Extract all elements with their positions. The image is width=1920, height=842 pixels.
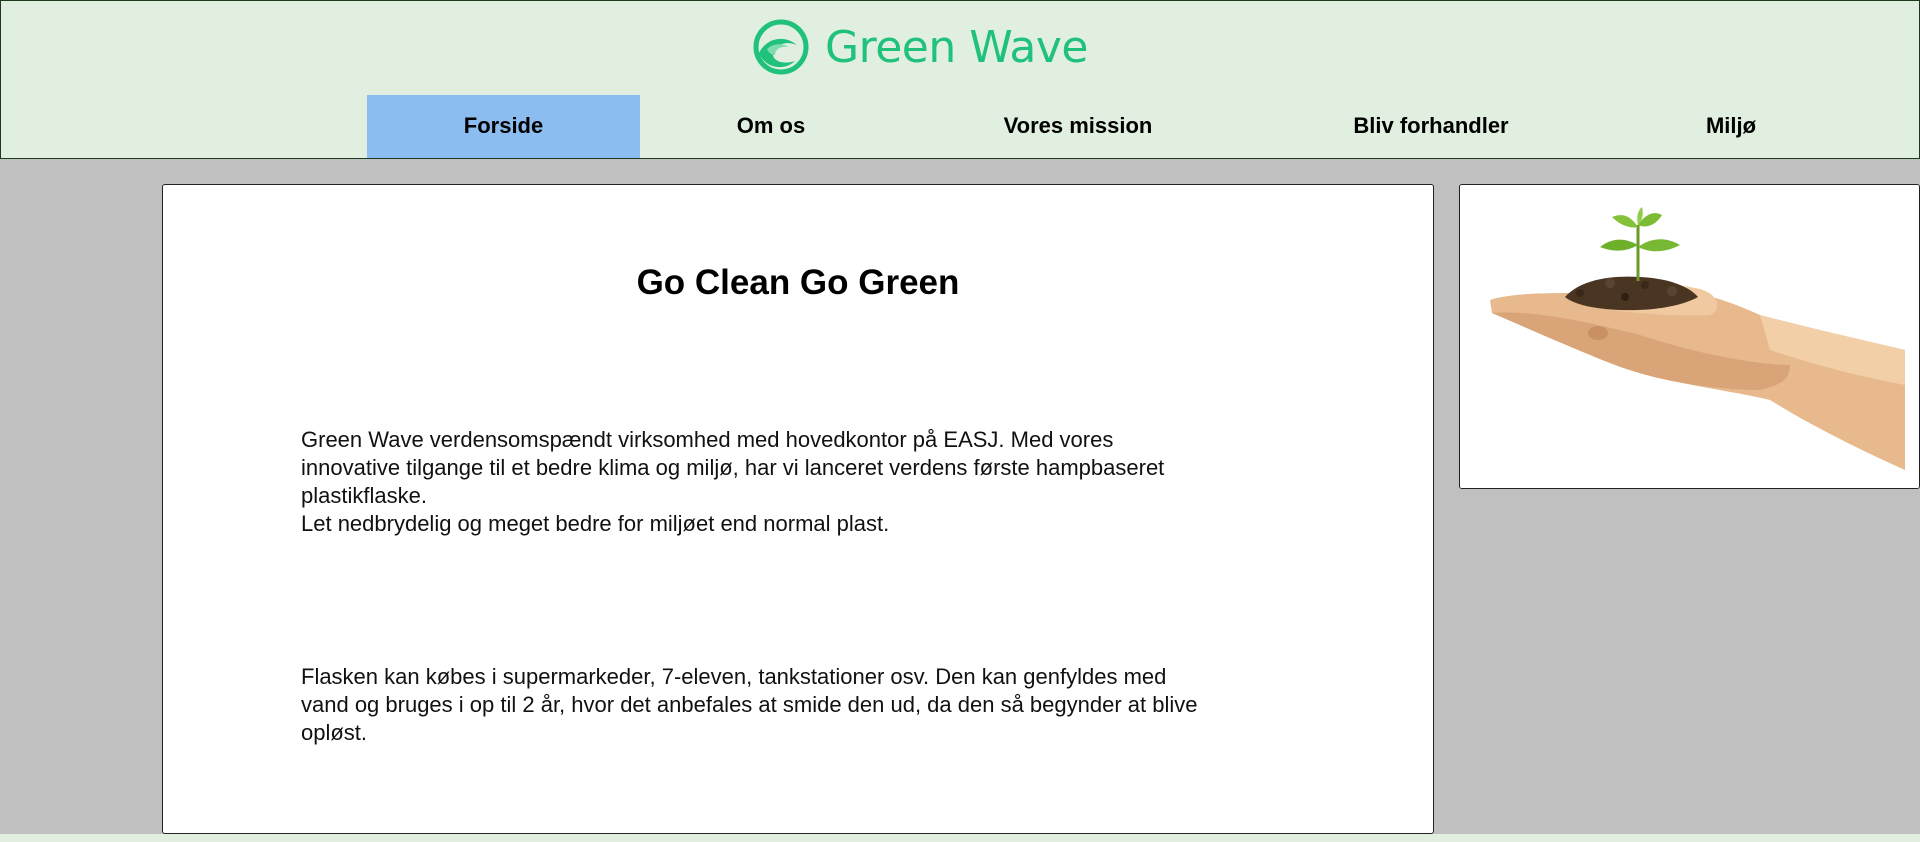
wave-logo-icon: [753, 19, 809, 75]
nav-item-vores-mission[interactable]: Vores mission: [943, 95, 1213, 158]
intro-paragraph: Green Wave verdensomspændt virksomhed me…: [301, 427, 1165, 536]
nav-item-miljo[interactable]: Miljø: [1631, 95, 1831, 158]
bottle-paragraph: Flasken kan købes i supermarkeder, 7-ele…: [301, 664, 1198, 745]
main-content: Go Clean Go Green Green Wave verdensomsp…: [162, 184, 1434, 834]
hand-holding-seedling-image: [1460, 185, 1919, 488]
nav-item-forside[interactable]: Forside: [367, 95, 640, 158]
page-title: Go Clean Go Green: [636, 263, 960, 302]
site-header: Green Wave Forside Om os Vores mission B…: [0, 0, 1920, 159]
side-image-panel: [1459, 184, 1920, 489]
footer-strip: [0, 834, 1920, 842]
nav-item-bliv-forhandler[interactable]: Bliv forhandler: [1291, 95, 1571, 158]
brand-name: Green Wave: [825, 21, 1089, 73]
nav-item-om-os[interactable]: Om os: [640, 95, 902, 158]
main-nav: Forside Om os Vores mission Bliv forhand…: [1, 95, 1919, 158]
logo[interactable]: Green Wave: [753, 18, 1089, 76]
